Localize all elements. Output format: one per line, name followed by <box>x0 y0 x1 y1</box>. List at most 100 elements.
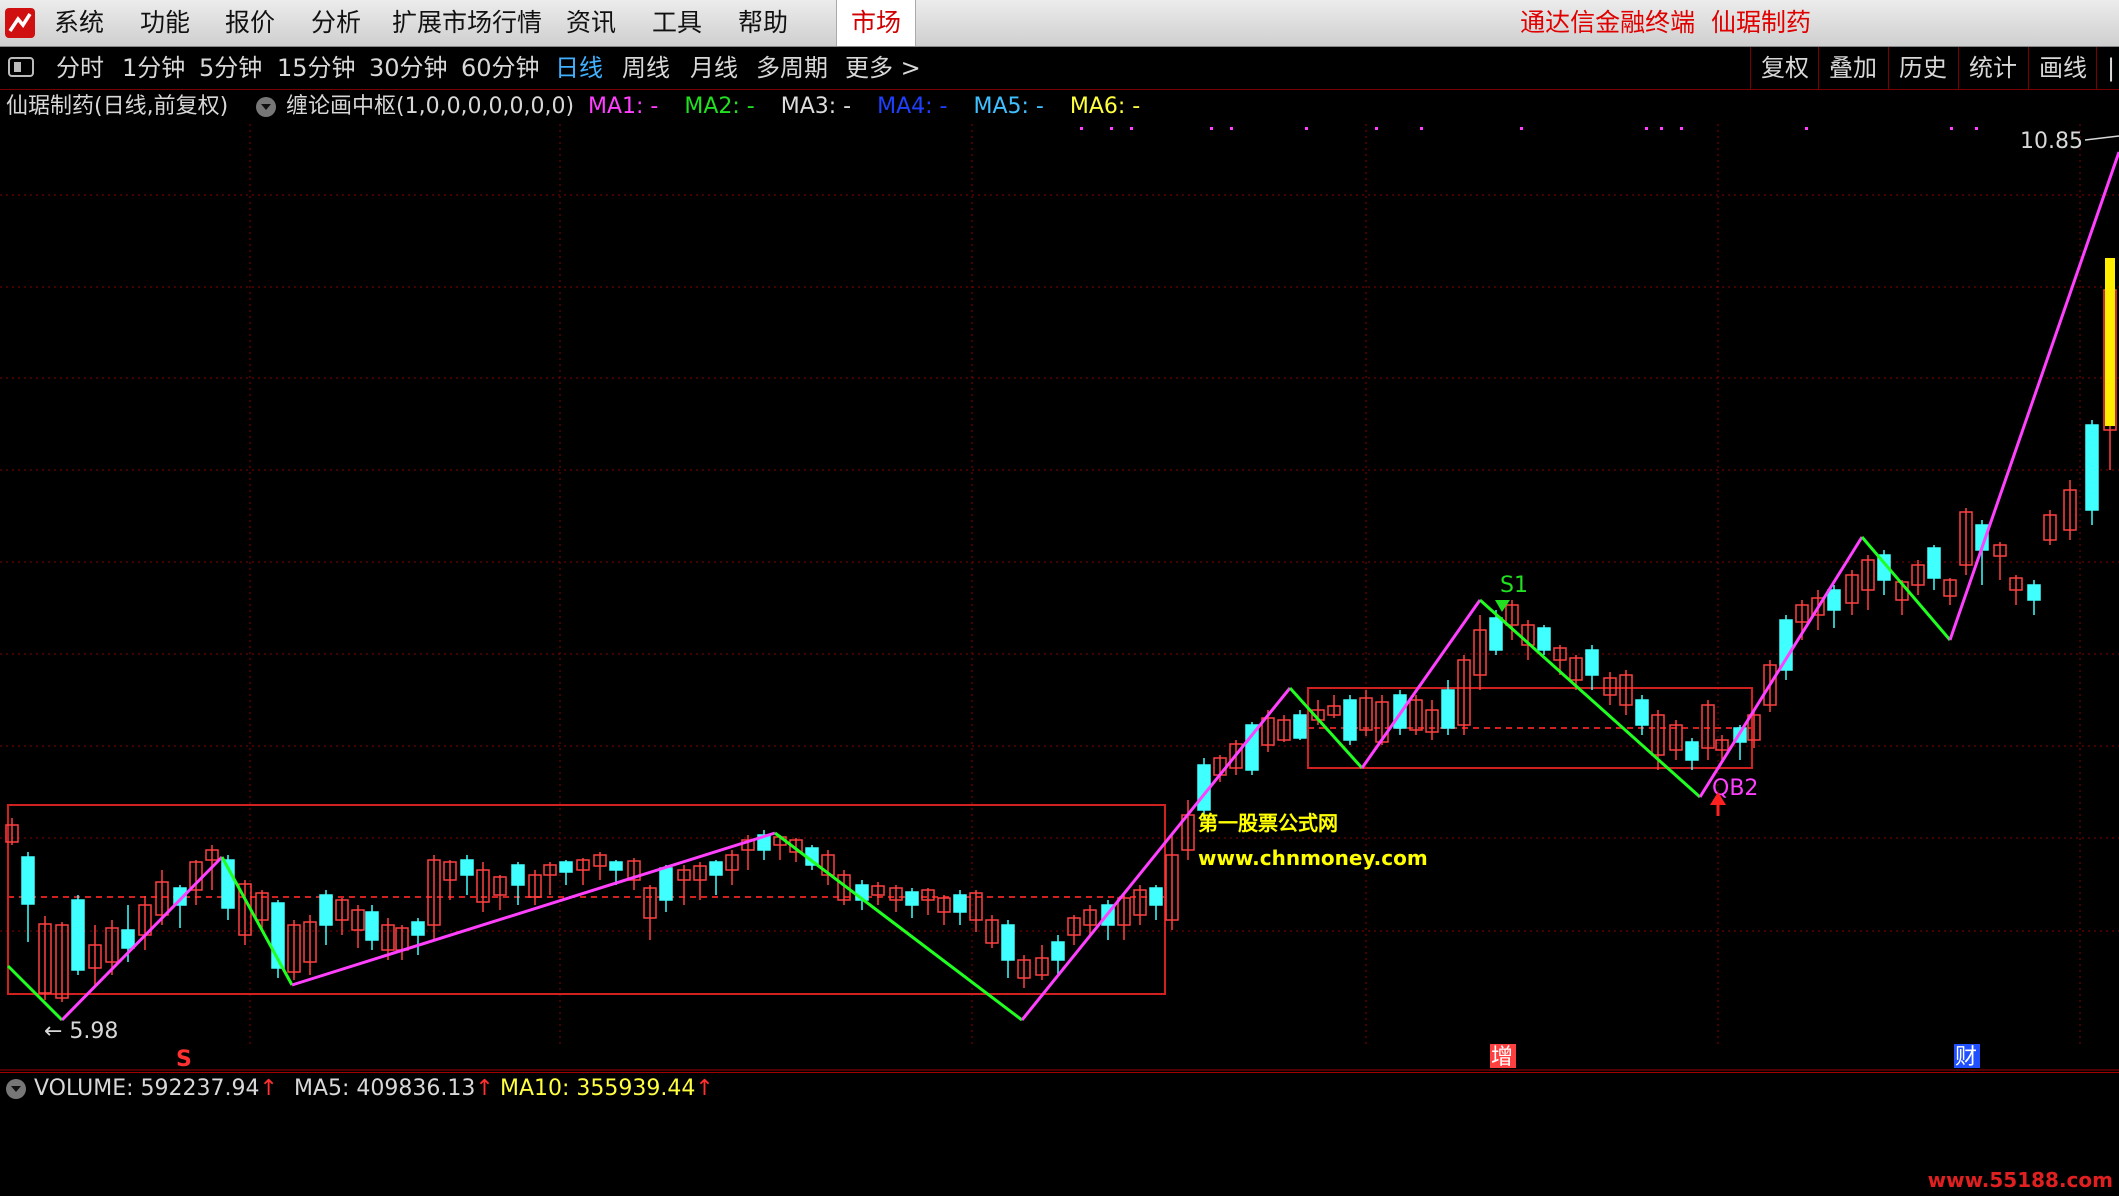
ma-legend-6: MA6: - <box>1069 94 1141 119</box>
volume-up-arrow: ↑ <box>259 1076 278 1101</box>
indicator-info-bar: 仙琚制药(日线,前复权) 缠论画中枢(1,0,0,0,0,0,0,0) MA1:… <box>0 90 2119 124</box>
ma-legend-3: MA3: - <box>780 94 852 119</box>
menu-tools[interactable]: 工具 <box>652 8 702 38</box>
signal-top-arrow <box>1495 600 1510 612</box>
period-15min[interactable]: 15分钟 <box>277 53 356 83</box>
overlay-site-url: www.chnmoney.com <box>1198 846 1428 870</box>
tool-more[interactable]: | <box>2096 47 2119 89</box>
candle-body-82 <box>1343 699 1357 741</box>
bi-stroke-7 <box>1360 599 1482 769</box>
ma-legend-1: MA1: - <box>588 94 659 119</box>
top-dot-8 <box>1520 127 1523 130</box>
bi-stroke-9 <box>1698 536 1864 798</box>
price-indicator-bar <box>2105 258 2115 426</box>
chart-title: 仙琚制药(日线,前复权) <box>6 94 229 119</box>
app-logo-icon <box>5 8 35 38</box>
period-weekly[interactable]: 周线 <box>622 53 670 83</box>
menu-analysis[interactable]: 分析 <box>311 8 361 38</box>
top-dot-12 <box>1805 127 1808 130</box>
event-marker-s: S <box>176 1047 192 1072</box>
candle-body-7 <box>121 929 135 949</box>
candle-body-61 <box>1001 924 1015 961</box>
period-5min[interactable]: 5分钟 <box>199 53 262 83</box>
event-marker-cai: 财 <box>1955 1045 1977 1070</box>
menu-news[interactable]: 资讯 <box>566 8 616 38</box>
bi-stroke-11 <box>1948 151 2119 641</box>
menu-system[interactable]: 系统 <box>54 8 104 38</box>
candle-body-43 <box>709 861 723 876</box>
indicator-name[interactable]: 缠论画中枢(1,0,0,0,0,0,0,0) <box>286 90 574 124</box>
volume-value: VOLUME: 592237.94↑ <box>34 1073 278 1105</box>
panel-toggle-icon[interactable] <box>8 57 34 77</box>
period-60min[interactable]: 60分钟 <box>461 53 540 83</box>
period-multi[interactable]: 多周期 <box>756 53 828 83</box>
menu-help[interactable]: 帮助 <box>738 8 788 38</box>
volume-ma10: MA10: 355939.44↑ <box>500 1073 714 1105</box>
candle-body-37 <box>609 861 623 871</box>
volume-text: VOLUME: 592237.94 <box>34 1076 260 1101</box>
candle-body-31 <box>511 864 525 886</box>
period-1min[interactable]: 1分钟 <box>122 53 185 83</box>
ma10-text: MA10: 355939.44 <box>500 1076 696 1101</box>
event-marker-zeng: 增 <box>1491 1045 1513 1070</box>
candle-body-1 <box>21 856 35 905</box>
price-high-pointer <box>2084 135 2119 141</box>
top-dot-14 <box>1975 127 1978 130</box>
candle-body-22 <box>365 911 379 941</box>
top-dot-6 <box>1375 127 1378 130</box>
menu-market[interactable]: 市场 <box>836 0 916 46</box>
ma-legend-5: MA5: - <box>973 94 1044 119</box>
candle-body-70 <box>1149 887 1163 906</box>
top-dot-4 <box>1230 127 1233 130</box>
tool-draw[interactable]: 画线 <box>2028 47 2097 89</box>
menu-function[interactable]: 功能 <box>140 8 190 38</box>
bi-stroke-1 <box>60 855 224 1022</box>
top-dot-10 <box>1660 127 1663 130</box>
candle-body-58 <box>953 894 967 913</box>
volume-dropdown-icon[interactable] <box>6 1079 26 1099</box>
tool-adjust[interactable]: 复权 <box>1750 47 1819 89</box>
period-daily[interactable]: 日线 <box>555 53 603 83</box>
top-dot-7 <box>1420 127 1423 130</box>
period-intraday[interactable]: 分时 <box>56 53 104 83</box>
overlay-site-name: 第一股票公式网 <box>1198 811 1338 835</box>
period-more[interactable]: 更多 > <box>845 53 921 83</box>
top-dot-3 <box>1210 127 1213 130</box>
ma-legend-4: MA4: - <box>877 94 948 119</box>
candle-body-34 <box>559 861 573 873</box>
top-dot-9 <box>1645 127 1648 130</box>
price-high-label: 10.85 <box>2020 129 2083 154</box>
candle-body-100 <box>1635 699 1649 726</box>
candle-body-28 <box>460 859 474 876</box>
candle-body-25 <box>411 921 425 936</box>
ma10-up-arrow: ↑ <box>695 1076 714 1101</box>
candle-body-124 <box>2027 584 2041 601</box>
top-dot-0 <box>1080 127 1083 130</box>
brand-name: 通达信金融终端 <box>1520 8 1696 37</box>
brand-stock: 仙琚制药 <box>1710 8 1811 37</box>
menu-extended-market[interactable]: 扩展市场行情 <box>392 8 542 38</box>
period-30min[interactable]: 30分钟 <box>369 53 448 83</box>
candle-body-118 <box>1927 547 1941 579</box>
candle-body-97 <box>1585 649 1599 676</box>
top-dot-5 <box>1305 127 1308 130</box>
indicator-dropdown-icon[interactable] <box>256 97 276 117</box>
ma5-text: MA5: 409836.13 <box>294 1076 476 1101</box>
candle-body-4 <box>71 899 85 971</box>
candle-body-103 <box>1685 741 1699 761</box>
candlestick-chart[interactable]: 10.85← 5.98S1QB2S 增财第一股票公式网www.chnmoney.c… <box>0 124 2119 1072</box>
brand-title: 通达信金融终端 仙琚制药 <box>1520 8 1811 38</box>
candle-body-64 <box>1051 941 1065 961</box>
ma-legend-2: MA2: - <box>684 94 755 119</box>
period-toolbar: 分时 1分钟 5分钟 15分钟 30分钟 60分钟 日线 周线 月线 多周期 更… <box>0 47 2119 90</box>
volume-ma5: MA5: 409836.13↑ <box>294 1073 494 1105</box>
top-dot-1 <box>1110 127 1113 130</box>
tool-stats[interactable]: 统计 <box>1958 47 2027 89</box>
candle-body-109 <box>1779 619 1793 671</box>
top-dot-11 <box>1680 127 1683 130</box>
tool-overlay[interactable]: 叠加 <box>1818 47 1887 89</box>
tool-history[interactable]: 历史 <box>1888 47 1957 89</box>
period-monthly[interactable]: 月线 <box>690 53 738 83</box>
candle-body-19 <box>319 894 333 926</box>
menu-quote[interactable]: 报价 <box>225 8 275 38</box>
